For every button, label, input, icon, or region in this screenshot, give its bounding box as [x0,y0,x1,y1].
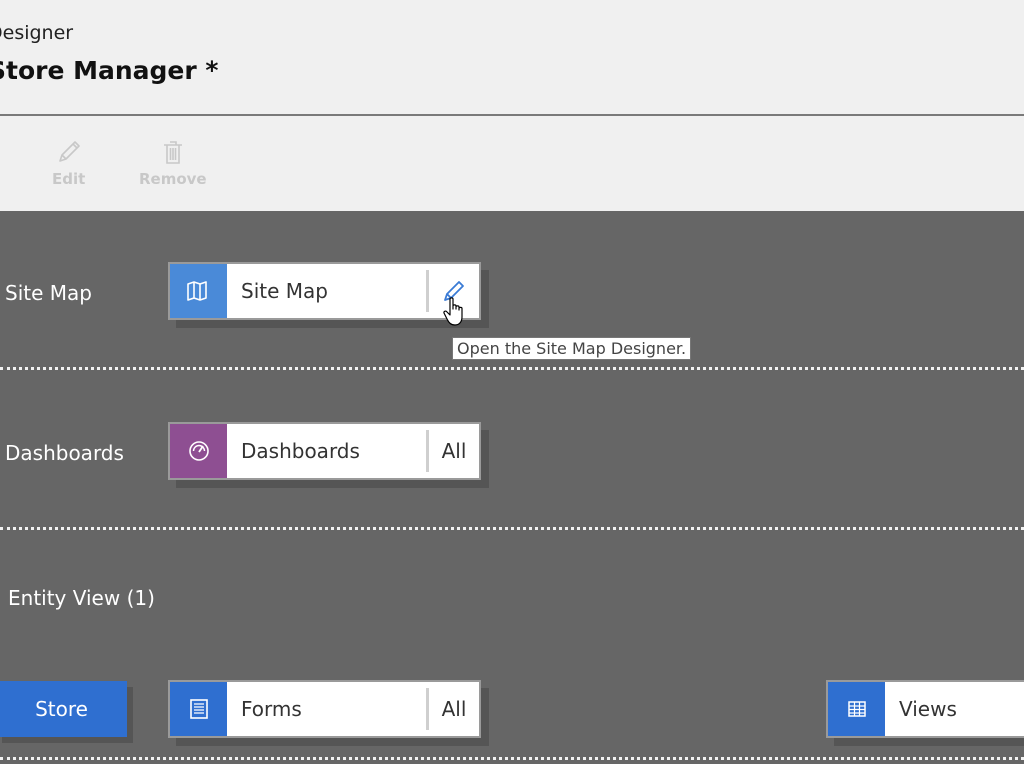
tooltip: Open the Site Map Designer. [452,337,692,360]
edit-label: Edit [52,170,86,188]
designer-canvas: Site Map Site Map Dashboards Dashboards … [0,211,1024,764]
forms-icon-box [170,682,227,736]
entity-view-row-label: Entity View (1) [8,586,155,610]
dashboards-tile[interactable]: Dashboards All [168,422,481,480]
trash-icon [163,141,182,164]
forms-tile[interactable]: Forms All [168,680,481,738]
forms-all-button[interactable]: All [429,682,479,736]
designer-header: Designer Store Manager * [0,0,1024,116]
dashboards-icon-box [170,424,227,478]
views-tile[interactable]: Views [826,680,1024,738]
gauge-icon [188,441,209,461]
dashboards-tile-name: Dashboards [241,439,360,463]
form-icon [189,699,208,719]
pencil-icon [58,141,80,162]
views-icon-box [828,682,885,736]
section-divider [0,527,1024,530]
views-tile-name: Views [899,697,957,721]
forms-tile-name: Forms [241,697,302,721]
hand-cursor-icon [443,297,463,326]
toolbar: Edit Remove [0,116,1024,211]
site-map-tile[interactable]: Site Map [168,262,481,320]
remove-label: Remove [139,170,207,188]
edit-button[interactable]: Edit [52,138,85,188]
dashboards-row-label: Dashboards [5,441,124,465]
remove-button[interactable]: Remove [139,138,207,188]
grid-icon [847,701,866,717]
section-divider [0,367,1024,370]
app-title: Store Manager * [0,56,219,85]
section-divider [0,757,1024,760]
store-entity-button[interactable]: Store [0,681,127,737]
site-map-tile-name: Site Map [241,279,328,303]
site-map-icon-box [170,264,227,318]
dashboards-all-button[interactable]: All [429,424,479,478]
map-icon [186,281,207,301]
designer-subtitle: Designer [0,22,74,44]
site-map-row-label: Site Map [5,281,92,305]
